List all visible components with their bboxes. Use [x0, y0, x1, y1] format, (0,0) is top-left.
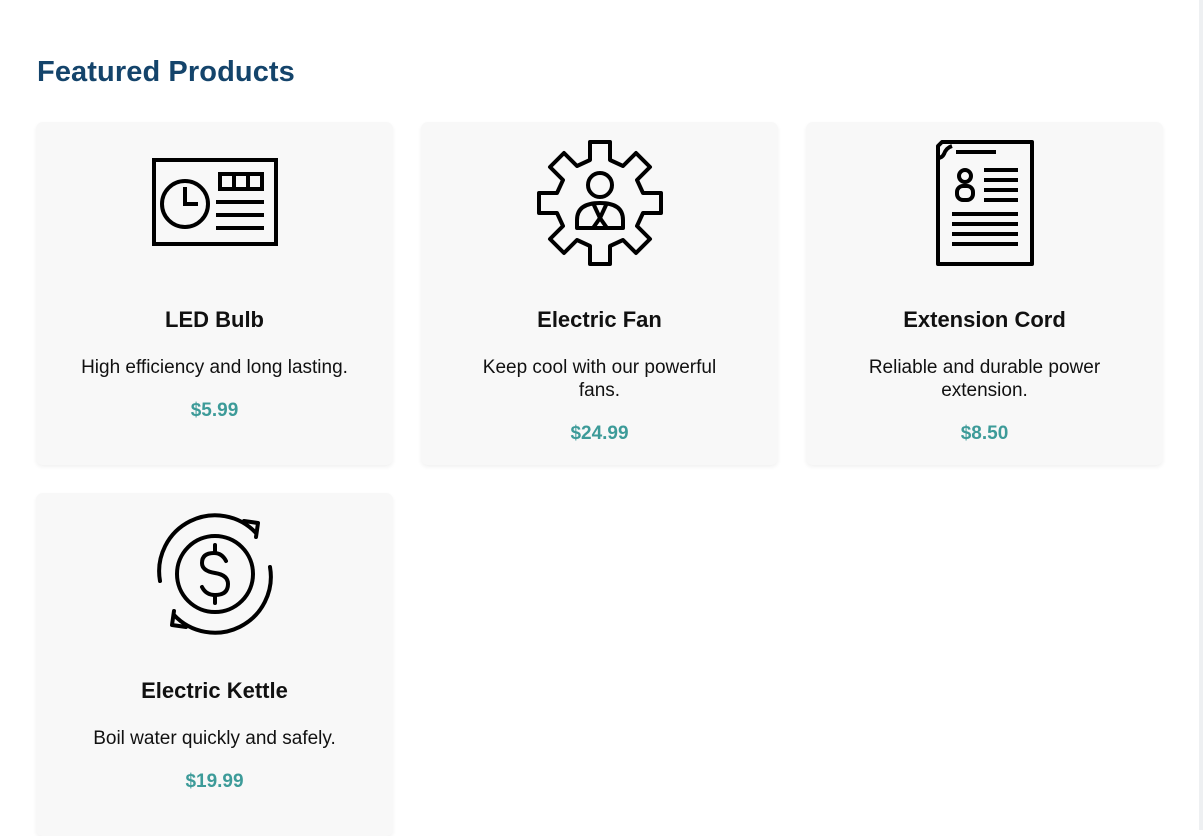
clock-panel-icon [151, 140, 278, 266]
product-price: $8.50 [960, 423, 1009, 444]
product-description: High efficiency and long lasting. $5.99 [76, 356, 353, 422]
product-price: $5.99 [190, 400, 239, 421]
product-card[interactable]: Electric Kettle Boil water quickly and s… [36, 493, 393, 836]
product-price: $24.99 [570, 423, 629, 444]
product-name: Electric Kettle [141, 678, 288, 703]
gear-person-icon [536, 140, 663, 266]
page-scroll-edge [1199, 0, 1203, 830]
product-name: LED Bulb [165, 307, 264, 332]
description-text: High efficiency and long lasting. [81, 357, 348, 378]
product-description: Keep cool with our powerful fans. $24.99 [461, 356, 738, 445]
product-card[interactable]: Electric Fan Keep cool with our powerful… [421, 122, 778, 465]
product-description: Boil water quickly and safely. $19.99 [76, 727, 353, 793]
product-description: Reliable and durable power extension. $8… [846, 356, 1123, 445]
section-title: Featured Products [37, 56, 295, 88]
product-card[interactable]: LED Bulb High efficiency and long lastin… [36, 122, 393, 465]
description-text: Boil water quickly and safely. [93, 728, 336, 749]
product-grid: LED Bulb High efficiency and long lastin… [36, 122, 1164, 836]
product-price: $19.99 [185, 771, 244, 792]
dollar-cycle-icon [152, 511, 278, 637]
product-name: Extension Cord [903, 307, 1066, 332]
document-icon [922, 140, 1048, 266]
description-text: Keep cool with our powerful fans. [482, 357, 717, 401]
product-card[interactable]: Extension Cord Reliable and durable powe… [806, 122, 1163, 465]
description-text: Reliable and durable power extension. [868, 357, 1101, 401]
product-name: Electric Fan [537, 307, 662, 332]
